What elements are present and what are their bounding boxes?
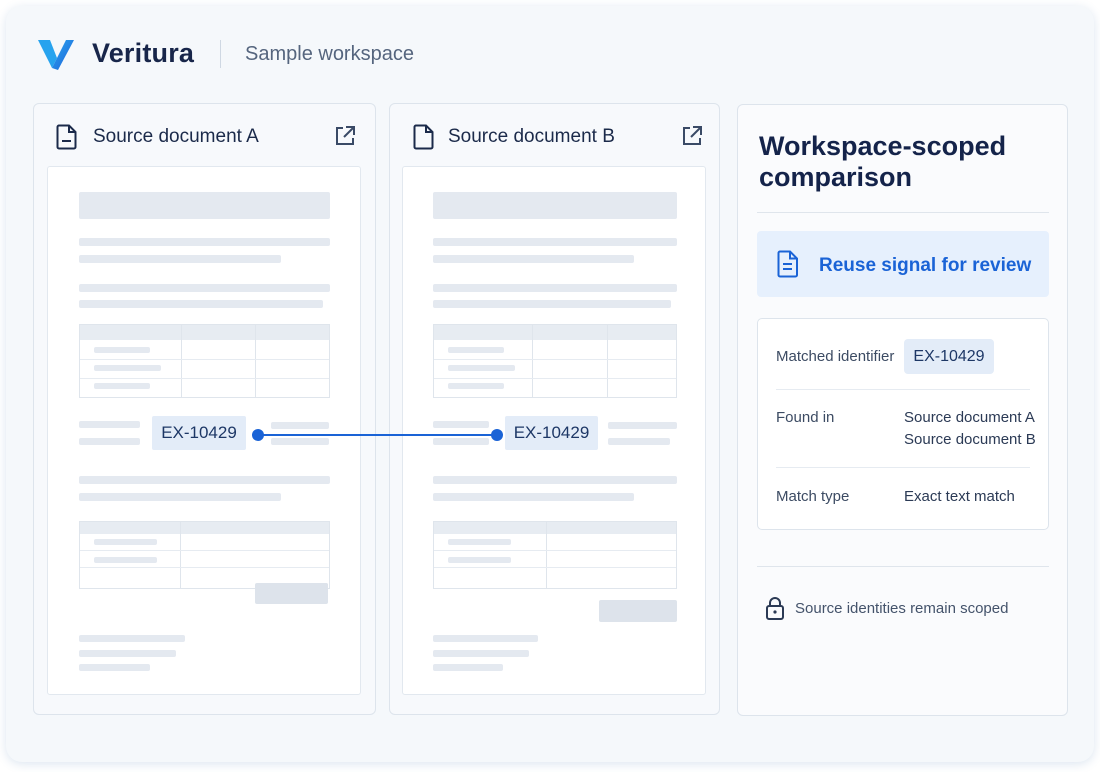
placeholder-heading [433,192,677,219]
match-connector-dot [252,429,264,441]
match-connector-line [258,434,498,436]
placeholder-line [79,300,323,308]
found-in-document-b: Source document B [904,431,1036,448]
placeholder-table [433,521,677,589]
lock-icon [766,597,784,620]
panel-title: Source document B [448,126,615,147]
match-details-card: Matched identifier EX-10429 Found in Sou… [757,318,1049,530]
reuse-signal-label: Reuse signal for review [819,255,1032,276]
placeholder-line [433,664,503,671]
divider [776,467,1030,468]
found-in-document-a: Source document A [904,409,1035,426]
scoped-identities-note: Source identities remain scoped [795,600,1009,617]
document-icon [777,250,798,278]
workspace-label[interactable]: Sample workspace [245,43,414,66]
placeholder-line [433,635,538,642]
identifier-highlight-b[interactable]: EX-10429 [505,416,598,450]
placeholder-line [433,300,671,308]
placeholder-line [79,421,140,428]
divider [776,389,1030,390]
open-external-icon[interactable] [681,125,703,147]
placeholder-line [271,422,329,429]
panel-header: Source document A [34,104,375,166]
panel-title: Source document A [93,126,259,147]
placeholder-line [79,238,330,246]
placeholder-table [433,324,677,398]
placeholder-line [79,635,185,642]
placeholder-line [79,493,281,501]
veritura-logo-icon [38,40,74,70]
placeholder-line [433,284,677,292]
placeholder-line [433,255,634,263]
match-type-label: Match type [776,488,850,505]
placeholder-table [79,324,330,398]
placeholder-line [79,255,281,263]
placeholder-line [79,650,176,657]
open-external-icon[interactable] [334,125,356,147]
placeholder-line [433,438,489,445]
placeholder-line [433,476,677,484]
match-connector-dot [491,429,503,441]
matched-identifier-value: EX-10429 [904,339,994,374]
placeholder-line [608,438,670,445]
placeholder-line [79,664,150,671]
document-icon [413,124,434,150]
divider [757,566,1049,567]
placeholder-heading [79,192,330,219]
found-in-label: Found in [776,409,835,426]
placeholder-line [79,476,330,484]
placeholder-line [79,438,140,445]
placeholder-line [608,422,677,429]
panel-header: Source document B [390,104,719,166]
match-type-value: Exact text match [904,488,1015,505]
reuse-signal-banner[interactable]: Reuse signal for review [757,231,1049,297]
placeholder-line [433,238,677,246]
placeholder-table [79,521,330,603]
app-name: Veritura [92,38,195,68]
comparison-title: Workspace-scoped comparison [759,131,1007,192]
placeholder-stamp [599,600,677,622]
placeholder-stamp [255,583,328,604]
brand-logo [36,36,76,72]
document-icon [56,124,77,150]
matched-identifier-label: Matched identifier [776,348,895,365]
header-divider [220,40,221,68]
placeholder-line [433,421,489,428]
placeholder-line [271,438,329,445]
placeholder-line [79,284,330,292]
divider [757,212,1049,213]
placeholder-line [433,493,634,501]
placeholder-line [433,650,529,657]
identifier-highlight-a[interactable]: EX-10429 [152,416,246,450]
